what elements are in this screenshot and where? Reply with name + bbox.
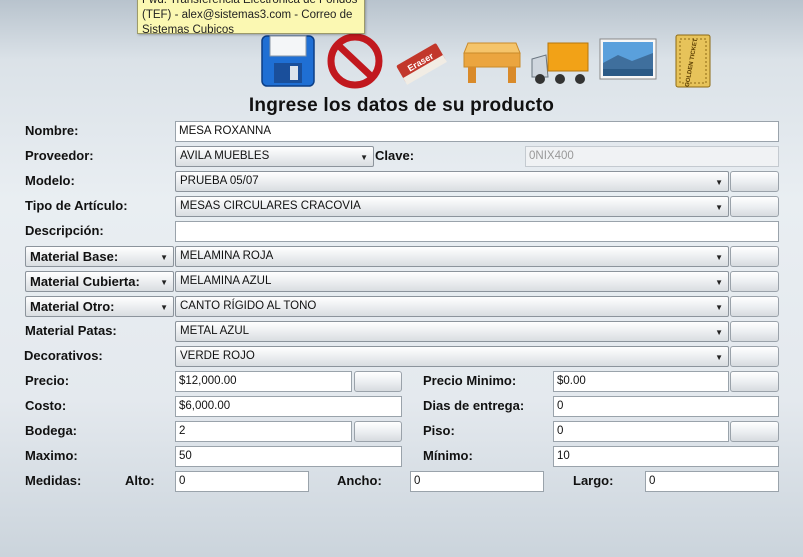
material-patas-add-button[interactable] — [730, 321, 779, 342]
modelo-value: PRUEBA 05/07 — [180, 175, 259, 187]
material-patas-value: METAL AZUL — [180, 325, 250, 337]
chevron-down-icon: ▼ — [715, 178, 723, 187]
precio-button[interactable] — [354, 371, 402, 392]
descripcion-label: Descripción: — [25, 223, 104, 238]
chevron-down-icon: ▼ — [715, 253, 723, 262]
dias-entrega-input[interactable]: 0 — [553, 396, 779, 417]
descripcion-input[interactable] — [175, 221, 779, 242]
costo-label: Costo: — [25, 398, 67, 413]
maximo-label: Maximo: — [25, 448, 78, 463]
alto-input[interactable]: 0 — [175, 471, 309, 492]
table-icon[interactable] — [462, 33, 522, 89]
material-otro-type-select[interactable]: Material Otro: ▼ — [25, 296, 174, 317]
eraser-icon[interactable]: Eraser — [390, 33, 450, 89]
chevron-down-icon: ▼ — [360, 153, 368, 162]
cancel-no-icon[interactable] — [324, 33, 384, 89]
dias-entrega-label: Dias de entrega: — [423, 398, 525, 413]
decorativos-label: Decorativos: — [24, 348, 103, 363]
nombre-input[interactable]: MESA ROXANNA — [175, 121, 779, 142]
decorativos-add-button[interactable] — [730, 346, 779, 367]
precio-label: Precio: — [25, 373, 70, 388]
bodega-label: Bodega: — [25, 423, 77, 438]
ancho-label: Ancho: — [337, 473, 382, 488]
save-disk-icon[interactable] — [258, 33, 318, 89]
chevron-down-icon: ▼ — [715, 328, 723, 337]
material-cubierta-value: MELAMINA AZUL — [180, 275, 272, 287]
tipo-add-button[interactable] — [730, 196, 779, 217]
page-title: Ingrese los datos de su producto — [248, 95, 555, 116]
tipo-value: MESAS CIRCULARES CRACOVIA — [180, 200, 361, 212]
golden-ticket-icon[interactable]: GOLDEN TICKET — [668, 33, 728, 89]
chevron-down-icon: ▼ — [160, 278, 168, 287]
proveedor-value: AVILA MUEBLES — [180, 150, 270, 162]
maximo-input[interactable]: 50 — [175, 446, 402, 467]
material-base-value: MELAMINA ROJA — [180, 250, 274, 262]
material-cubierta-type-select[interactable]: Material Cubierta: ▼ — [25, 271, 174, 292]
alto-label: Alto: — [125, 473, 155, 488]
tipo-select[interactable]: MESAS CIRCULARES CRACOVIA ▼ — [175, 196, 729, 217]
chevron-down-icon: ▼ — [715, 278, 723, 287]
piso-input[interactable]: 0 — [553, 421, 729, 442]
material-otro-select[interactable]: CANTO RÍGIDO AL TONO ▼ — [175, 296, 729, 317]
material-otro-value: CANTO RÍGIDO AL TONO — [180, 300, 317, 312]
modelo-label: Modelo: — [25, 173, 75, 188]
modelo-add-button[interactable] — [730, 171, 779, 192]
decorativos-select[interactable]: VERDE ROJO ▼ — [175, 346, 729, 367]
material-base-add-button[interactable] — [730, 246, 779, 267]
material-otro-add-button[interactable] — [730, 296, 779, 317]
material-base-label: Material Base: — [30, 249, 119, 264]
material-patas-label: Material Patas: — [25, 323, 117, 338]
precio-minimo-label: Precio Minimo: — [423, 373, 517, 388]
landscape-picture-icon[interactable] — [598, 33, 658, 89]
nombre-label: Nombre: — [25, 123, 79, 138]
largo-input[interactable]: 0 — [645, 471, 779, 492]
material-base-type-select[interactable]: Material Base: ▼ — [25, 246, 174, 267]
bodega-button[interactable] — [354, 421, 402, 442]
chevron-down-icon: ▼ — [160, 253, 168, 262]
tooltip-line-3: Sistemas Cubicos — [142, 24, 235, 36]
piso-label: Piso: — [423, 423, 455, 438]
costo-input[interactable]: $6,000.00 — [175, 396, 402, 417]
tooltip-line-1: Fwd: Transferencia Electrónica de Fondos — [142, 0, 358, 6]
clave-label: Clave: — [375, 148, 415, 163]
chevron-down-icon: ▼ — [715, 303, 723, 312]
tooltip: Fwd: Transferencia Electrónica de Fondos… — [137, 0, 365, 36]
material-cubierta-select[interactable]: MELAMINA AZUL ▼ — [175, 271, 729, 292]
truck-icon[interactable] — [530, 33, 590, 89]
precio-minimo-input[interactable]: $0.00 — [553, 371, 729, 392]
precio-input[interactable]: $12,000.00 — [175, 371, 352, 392]
decorativos-value: VERDE ROJO — [180, 350, 255, 362]
chevron-down-icon: ▼ — [160, 303, 168, 312]
clave-input[interactable]: 0NIX400 — [525, 146, 779, 167]
material-base-select[interactable]: MELAMINA ROJA ▼ — [175, 246, 729, 267]
modelo-select[interactable]: PRUEBA 05/07 ▼ — [175, 171, 729, 192]
medidas-label: Medidas: — [25, 473, 82, 488]
largo-label: Largo: — [573, 473, 614, 488]
bodega-input[interactable]: 2 — [175, 421, 352, 442]
material-patas-select[interactable]: METAL AZUL ▼ — [175, 321, 729, 342]
piso-button[interactable] — [730, 421, 779, 442]
tooltip-line-2: (TEF) - alex@sistemas3.com - Correo de — [142, 9, 353, 21]
ancho-input[interactable]: 0 — [410, 471, 544, 492]
proveedor-select[interactable]: AVILA MUEBLES ▼ — [175, 146, 374, 167]
tipo-label: Tipo de Artículo: — [25, 198, 128, 213]
chevron-down-icon: ▼ — [715, 203, 723, 212]
proveedor-label: Proveedor: — [25, 148, 94, 163]
material-cubierta-label: Material Cubierta: — [30, 274, 140, 289]
precio-minimo-button[interactable] — [730, 371, 779, 392]
chevron-down-icon: ▼ — [715, 353, 723, 362]
material-cubierta-add-button[interactable] — [730, 271, 779, 292]
material-otro-label: Material Otro: — [30, 299, 115, 314]
minimo-input[interactable]: 10 — [553, 446, 779, 467]
minimo-label: Mínimo: — [423, 448, 473, 463]
